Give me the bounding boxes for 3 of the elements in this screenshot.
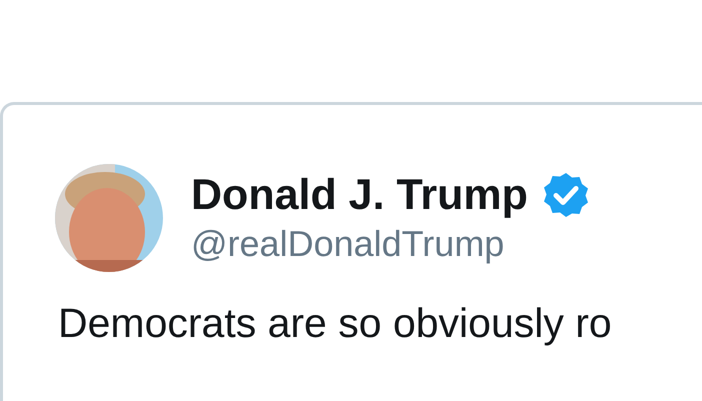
author-name[interactable]: Donald J. Trump — [191, 169, 528, 221]
author-handle[interactable]: @realDonaldTrump — [191, 221, 590, 267]
tweet-text: Democrats are so obviously ro — [58, 299, 613, 348]
